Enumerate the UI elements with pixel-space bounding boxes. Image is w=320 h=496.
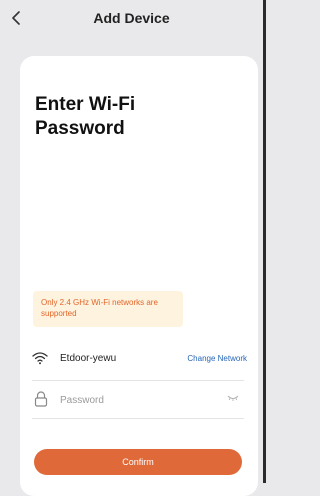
wifi-password-card: Enter Wi-Fi Password Only 2.4 GHz Wi-Fi …	[20, 56, 258, 496]
top-bar: Add Device	[0, 0, 263, 46]
network-row: Etdoor-yewu Change Network	[32, 351, 247, 371]
network-name: Etdoor-yewu	[60, 353, 117, 364]
frequency-notice: Only 2.4 GHz Wi-Fi networks are supporte…	[33, 291, 183, 327]
window-edge	[263, 0, 266, 483]
password-input[interactable]	[60, 391, 210, 409]
page-title: Add Device	[93, 10, 170, 26]
password-row	[32, 391, 247, 411]
divider	[32, 380, 244, 381]
divider	[32, 418, 244, 419]
page-heading: Enter Wi-Fi Password	[35, 94, 136, 139]
confirm-button[interactable]: Confirm	[34, 449, 242, 475]
wifi-icon	[32, 352, 48, 365]
eye-closed-icon[interactable]	[227, 394, 239, 402]
change-network-link[interactable]: Change Network	[187, 354, 247, 363]
lock-icon	[34, 391, 48, 407]
